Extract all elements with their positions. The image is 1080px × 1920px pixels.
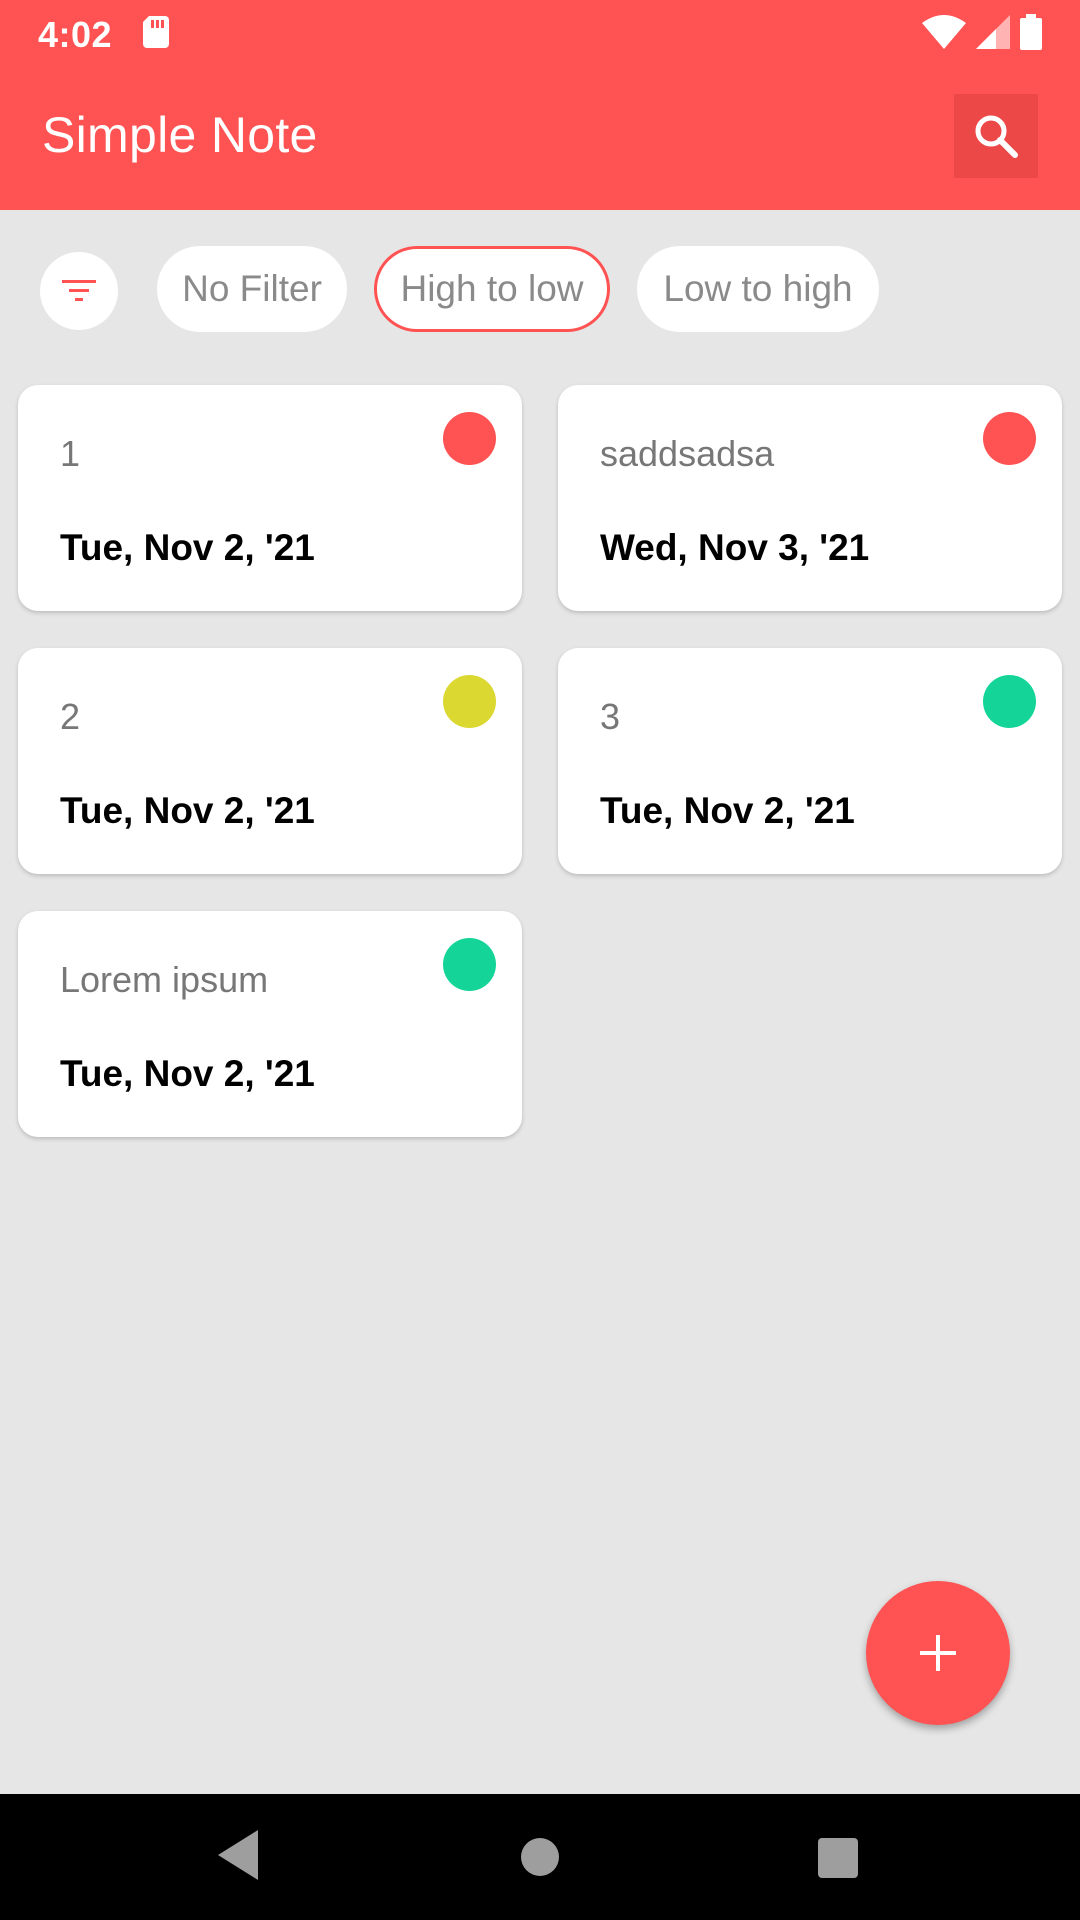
add-note-button[interactable] <box>866 1581 1010 1725</box>
note-title: saddsadsa <box>600 433 775 474</box>
cell-signal-icon <box>976 15 1010 49</box>
note-title: Lorem ipsum <box>60 959 269 1000</box>
note-date: Tue, Nov 2, '21 <box>60 1053 315 1094</box>
priority-dot <box>443 938 496 991</box>
back-icon[interactable] <box>218 1830 258 1880</box>
sd-card-icon <box>143 16 169 48</box>
chip-high-to-low[interactable]: High to low <box>374 246 610 332</box>
priority-dot <box>983 412 1036 465</box>
status-time: 4:02 <box>38 14 113 55</box>
app-title: Simple Note <box>42 107 318 163</box>
note-date: Tue, Nov 2, '21 <box>600 790 855 831</box>
home-icon[interactable] <box>521 1838 559 1876</box>
note-title: 2 <box>60 696 81 737</box>
note-card[interactable]: saddsadsa Wed, Nov 3, '21 <box>558 385 1062 611</box>
app-header: 4:02 Simple Note <box>0 0 1080 210</box>
note-title: 3 <box>600 696 621 737</box>
note-card[interactable]: Lorem ipsum Tue, Nov 2, '21 <box>18 911 522 1137</box>
note-title: 1 <box>60 433 81 474</box>
wifi-icon <box>922 15 966 49</box>
note-date: Tue, Nov 2, '21 <box>60 527 315 568</box>
note-card[interactable]: 3 Tue, Nov 2, '21 <box>558 648 1062 874</box>
note-date: Wed, Nov 3, '21 <box>600 527 870 568</box>
battery-icon <box>1020 14 1042 50</box>
filter-icon <box>62 280 96 301</box>
priority-dot <box>983 675 1036 728</box>
note-card[interactable]: 1 Tue, Nov 2, '21 <box>18 385 522 611</box>
recents-icon[interactable] <box>818 1838 858 1878</box>
plus-icon <box>920 1635 956 1671</box>
filter-bar: No Filter High to low Low to high <box>0 246 1080 332</box>
chip-no-filter[interactable]: No Filter <box>157 246 347 332</box>
system-nav-bar <box>0 1794 1080 1920</box>
search-button[interactable] <box>954 94 1038 178</box>
search-icon <box>975 115 1018 158</box>
priority-dot <box>443 412 496 465</box>
note-card[interactable]: 2 Tue, Nov 2, '21 <box>18 648 522 874</box>
status-icons <box>922 14 1042 50</box>
note-date: Tue, Nov 2, '21 <box>60 790 315 831</box>
priority-dot <box>443 675 496 728</box>
chip-low-to-high[interactable]: Low to high <box>637 246 879 332</box>
filter-button[interactable] <box>40 252 118 330</box>
